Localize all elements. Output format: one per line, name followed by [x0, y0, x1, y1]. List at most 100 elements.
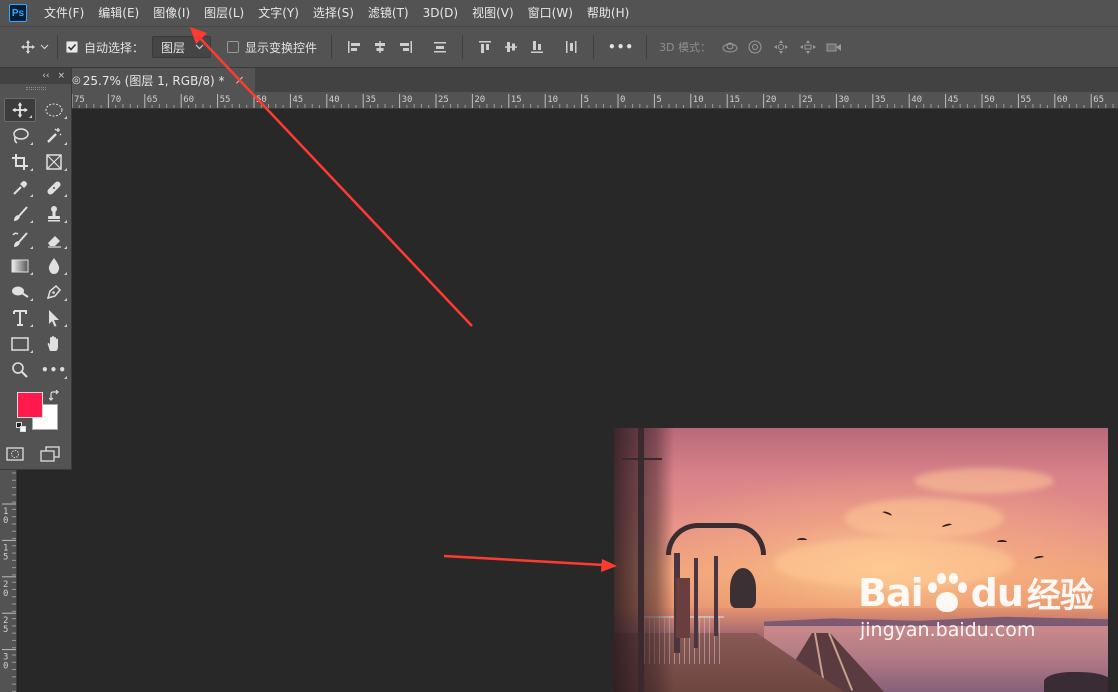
rectangle-tool-button[interactable]	[4, 332, 36, 356]
magic-wand-icon	[47, 128, 62, 143]
path-selection-tool-button[interactable]	[38, 306, 70, 330]
ruler-label: 25	[802, 95, 813, 105]
align-bottom-edges-icon[interactable]	[529, 39, 545, 55]
ruler-label: 0	[3, 589, 8, 599]
menu-file[interactable]: 文件(F)	[37, 0, 91, 26]
menu-select[interactable]: 选择(S)	[306, 0, 361, 26]
brush-tool-button[interactable]	[4, 202, 36, 226]
close-document-icon[interactable]: ×	[234, 73, 244, 87]
ruler-label: 0	[3, 662, 8, 672]
ruler-ticks: 75 70 65 60 55 50 45 40 35 30 25 20 15 10 5 0 5 10 15 20 25 3…	[72, 94, 1114, 108]
more-tools-icon: •••	[40, 363, 67, 377]
panel-grip[interactable]	[0, 84, 71, 92]
magic-wand-tool-button[interactable]	[38, 124, 70, 148]
roll-3d-camera-icon[interactable]	[747, 39, 763, 55]
auto-select-checkbox[interactable]	[66, 41, 78, 53]
menu-help[interactable]: 帮助(H)	[580, 0, 636, 26]
ruler-label: 75	[74, 95, 85, 105]
crop-icon	[12, 154, 28, 170]
blur-tool-button[interactable]	[38, 254, 70, 278]
menu-3d[interactable]: 3D(D)	[416, 0, 465, 26]
photoshop-logo: Ps	[9, 4, 27, 22]
menu-image[interactable]: 图像(I)	[146, 0, 197, 26]
separator	[57, 35, 58, 59]
show-transform-controls-checkbox[interactable]	[227, 41, 240, 53]
orbit-3d-camera-icon[interactable]	[721, 39, 739, 55]
zoom-3d-camera-icon[interactable]	[825, 39, 843, 55]
zoom-tool-button[interactable]	[4, 358, 36, 382]
tool-preset-chevron-down-icon[interactable]	[40, 44, 49, 50]
dodge-icon	[12, 286, 29, 298]
align-right-edges-icon[interactable]	[398, 39, 414, 55]
foreground-color-swatch[interactable]	[17, 392, 43, 418]
3d-mode-label: 3D 模式：	[659, 41, 712, 54]
eyedropper-tool-button[interactable]	[4, 176, 36, 200]
menu-type[interactable]: 文字(Y)	[251, 0, 306, 26]
menu-layer[interactable]: 图层(L)	[197, 0, 251, 26]
document-image[interactable]: Bai du 经验 jingyan.baidu.com	[614, 428, 1108, 692]
gradient-tool-button[interactable]	[4, 254, 36, 278]
distribute-horizontal-icon[interactable]	[563, 39, 579, 55]
watermark-brand-cn: 经验	[1026, 576, 1094, 616]
history-brush-icon	[12, 232, 28, 247]
pen-tool-button[interactable]	[38, 280, 70, 304]
document-tab-title: 25.7% (图层 1, RGB/8) *	[82, 73, 225, 88]
menu-edit[interactable]: 编辑(E)	[91, 0, 146, 26]
menu-window[interactable]: 窗口(W)	[521, 0, 580, 26]
hand-tool-button[interactable]	[38, 332, 70, 356]
move-tool-button[interactable]	[4, 98, 36, 122]
elliptical-marquee-tool-button[interactable]	[38, 98, 70, 122]
clone-stamp-tool-button[interactable]	[38, 202, 70, 226]
mode-buttons	[0, 446, 71, 462]
ruler-label: 40	[329, 95, 340, 105]
ruler-label: 0	[620, 95, 625, 105]
dodge-tool-button[interactable]	[4, 280, 36, 304]
collapse-panel-icon[interactable]: ‹‹	[42, 71, 49, 81]
hand-icon	[47, 336, 58, 351]
horizontal-ruler[interactable]: 75 70 65 60 55 50 45 40 35 30 25 20 15 10 5 0 5 10 15 20 25 3…	[72, 92, 1118, 109]
eraser-tool-button[interactable]	[38, 228, 70, 252]
pan-3d-camera-icon[interactable]	[773, 39, 789, 55]
edit-toolbar-button[interactable]: •••	[38, 358, 70, 382]
align-left-edges-icon[interactable]	[346, 39, 362, 55]
menu-view[interactable]: 视图(V)	[465, 0, 521, 26]
distribute-vertical-icon[interactable]	[432, 39, 448, 55]
auto-select-target-dropdown[interactable]: 图层	[152, 36, 212, 58]
baidu-paw-icon	[924, 570, 970, 616]
color-swatches	[0, 388, 71, 442]
move-tool-icon[interactable]	[20, 39, 36, 55]
frame-icon	[46, 154, 62, 170]
history-brush-tool-button[interactable]	[4, 228, 36, 252]
gradient-icon	[11, 259, 29, 273]
utility-pole	[638, 428, 644, 692]
ruler-label: 45	[292, 95, 303, 105]
ruler-label: 30	[838, 95, 849, 105]
ruler-label: 50	[256, 95, 267, 105]
screen-mode-icon[interactable]	[40, 446, 60, 462]
palm-tree	[730, 568, 756, 608]
cloud	[914, 468, 1054, 494]
healing-brush-tool-button[interactable]	[38, 176, 70, 200]
quick-mask-icon[interactable]	[6, 446, 24, 462]
swap-colors-icon[interactable]	[48, 389, 61, 405]
lasso-tool-button[interactable]	[4, 124, 36, 148]
ruler-label: 60	[1057, 95, 1068, 105]
crop-tool-button[interactable]	[4, 150, 36, 174]
type-tool-button[interactable]	[4, 306, 36, 330]
slide-3d-camera-icon[interactable]	[799, 39, 817, 55]
close-panel-icon[interactable]: ×	[57, 71, 65, 81]
align-horizontal-centers-icon[interactable]	[372, 39, 388, 55]
document-tab[interactable]: ◎ 25.7% (图层 1, RGB/8) * ×	[72, 68, 255, 92]
ruler-label: 0	[3, 516, 8, 526]
ruler-label: 70	[110, 95, 121, 105]
cloud	[844, 498, 1004, 538]
frame-tool-button[interactable]	[38, 150, 70, 174]
more-options-button[interactable]: •••	[608, 40, 634, 54]
align-vertical-centers-icon[interactable]	[503, 39, 519, 55]
menu-filter[interactable]: 滤镜(T)	[361, 0, 416, 26]
align-top-edges-icon[interactable]	[477, 39, 493, 55]
ruler-label: 30	[402, 95, 413, 105]
separator	[331, 35, 333, 59]
brush-icon	[14, 206, 28, 221]
default-colors-icon[interactable]	[16, 422, 26, 432]
